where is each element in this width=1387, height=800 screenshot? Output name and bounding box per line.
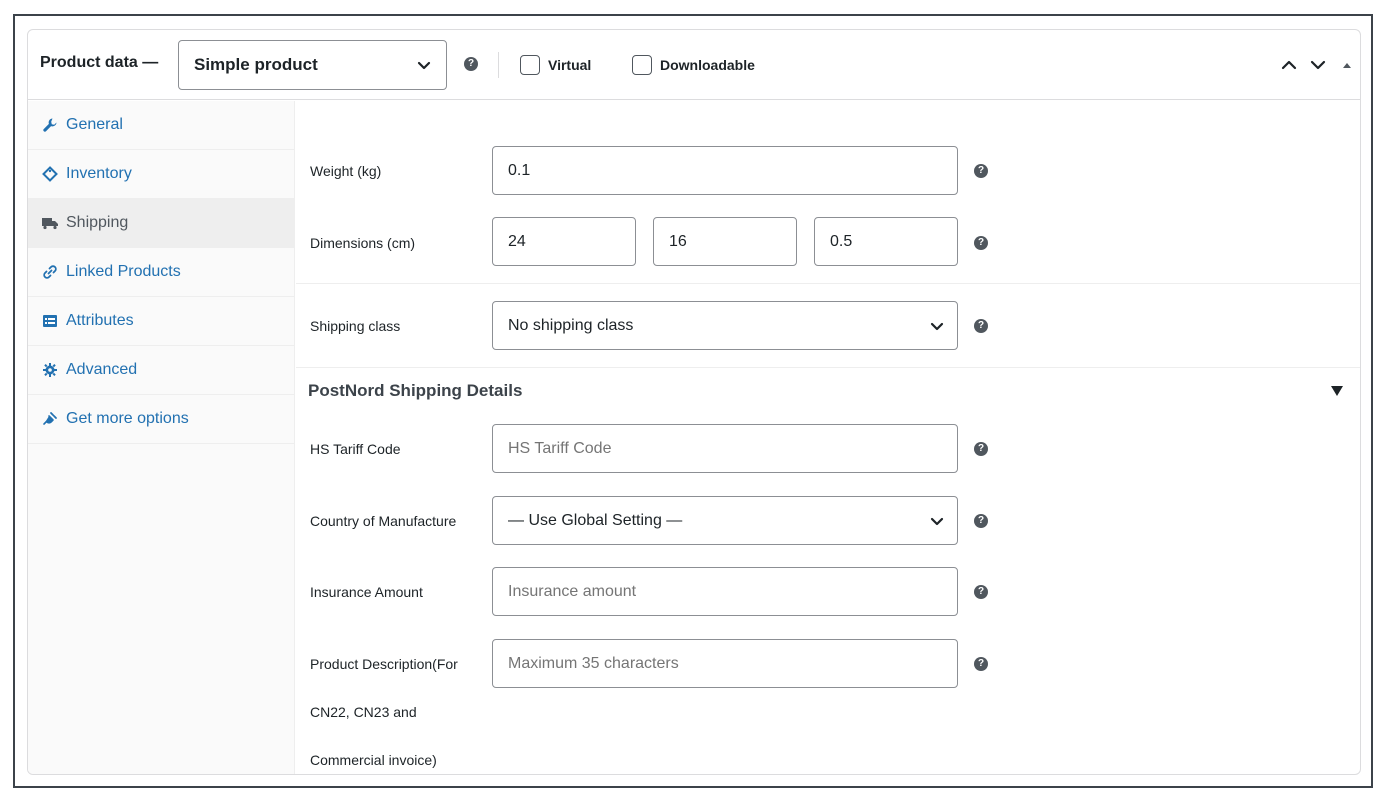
tab-shipping[interactable]: Shipping <box>28 199 295 248</box>
chevron-down-icon <box>416 57 432 78</box>
insurance-input[interactable] <box>492 567 958 616</box>
description-label-line-2: CN22, CN23 and <box>310 704 417 720</box>
window-frame: Product data — Simple product ? Virtual … <box>13 14 1373 788</box>
hs-tariff-field[interactable] <box>508 439 957 458</box>
shipping-options-panel: Weight (kg) 0.1 ? Dimensions (cm) 24 16 … <box>296 101 1360 774</box>
chevron-down-icon <box>929 513 945 534</box>
link-icon <box>41 264 59 280</box>
length-input[interactable]: 24 <box>492 217 636 266</box>
panel-title: Product data — <box>40 54 159 71</box>
tab-inventory[interactable]: Inventory <box>28 150 295 199</box>
tab-label: Inventory <box>66 165 132 182</box>
country-value: — Use Global Setting — <box>508 511 683 529</box>
section-divider <box>296 367 1360 368</box>
shipping-class-label: Shipping class <box>310 318 401 334</box>
width-value: 16 <box>669 232 687 250</box>
tab-get-more-options[interactable]: Get more options <box>28 395 295 444</box>
header-separator <box>498 52 499 78</box>
section-toggle-triangle-icon[interactable] <box>1330 384 1344 402</box>
help-icon[interactable]: ? <box>974 236 988 250</box>
virtual-checkbox[interactable] <box>520 55 540 75</box>
tab-label: Advanced <box>66 361 138 378</box>
product-type-select[interactable]: Simple product <box>178 40 447 90</box>
help-icon[interactable]: ? <box>974 164 988 178</box>
product-data-header: Product data — Simple product ? Virtual … <box>28 30 1360 100</box>
country-label: Country of Manufacture <box>310 513 457 529</box>
list-icon <box>41 313 59 329</box>
collapse-triangle-icon[interactable] <box>1340 56 1354 79</box>
truck-icon <box>41 215 59 231</box>
description-label-line-3: Commercial invoice) <box>310 752 437 768</box>
height-input[interactable]: 0.5 <box>814 217 958 266</box>
help-icon[interactable]: ? <box>974 319 988 333</box>
weight-input[interactable]: 0.1 <box>492 146 958 195</box>
description-input[interactable] <box>492 639 958 688</box>
product-data-tabs: General Inventory Shipping Linked Produc… <box>28 101 295 774</box>
arrow-down-icon[interactable] <box>1309 56 1327 79</box>
downloadable-label[interactable]: Downloadable <box>660 57 755 73</box>
country-select[interactable]: — Use Global Setting — <box>492 496 958 545</box>
product-data-panel: Product data — Simple product ? Virtual … <box>27 29 1361 775</box>
description-label-line-1: Product Description(For <box>310 656 458 672</box>
tab-linked-products[interactable]: Linked Products <box>28 248 295 297</box>
tab-label: Shipping <box>66 214 129 231</box>
description-field[interactable] <box>508 654 957 673</box>
insurance-field[interactable] <box>508 582 957 601</box>
product-type-value: Simple product <box>194 55 318 74</box>
shipping-class-select[interactable]: No shipping class <box>492 301 958 350</box>
postnord-section-title: PostNord Shipping Details <box>308 381 523 400</box>
tag-icon <box>41 166 59 182</box>
tab-advanced[interactable]: Advanced <box>28 346 295 395</box>
height-value: 0.5 <box>830 232 853 250</box>
arrow-up-icon[interactable] <box>1280 56 1298 79</box>
tab-label: Attributes <box>66 312 134 329</box>
weight-value: 0.1 <box>508 161 531 179</box>
length-value: 24 <box>508 232 526 250</box>
section-divider <box>296 283 1360 284</box>
hs-tariff-input[interactable] <box>492 424 958 473</box>
insurance-label: Insurance Amount <box>310 584 423 600</box>
help-icon[interactable]: ? <box>974 585 988 599</box>
hs-tariff-label: HS Tariff Code <box>310 441 401 457</box>
wrench-icon <box>41 117 59 133</box>
plug-icon <box>41 411 59 427</box>
help-icon[interactable]: ? <box>464 57 478 71</box>
help-icon[interactable]: ? <box>974 442 988 456</box>
shipping-class-value: No shipping class <box>508 316 634 334</box>
dimensions-label: Dimensions (cm) <box>310 235 416 251</box>
downloadable-checkbox[interactable] <box>632 55 652 75</box>
help-icon[interactable]: ? <box>974 514 988 528</box>
tab-label: General <box>66 116 123 133</box>
tab-label: Linked Products <box>66 263 181 280</box>
chevron-down-icon <box>929 318 945 339</box>
tab-general[interactable]: General <box>28 101 295 150</box>
weight-label: Weight (kg) <box>310 163 382 179</box>
width-input[interactable]: 16 <box>653 217 797 266</box>
tab-label: Get more options <box>66 410 189 427</box>
gear-icon <box>41 362 59 378</box>
tab-attributes[interactable]: Attributes <box>28 297 295 346</box>
virtual-label[interactable]: Virtual <box>548 57 591 73</box>
help-icon[interactable]: ? <box>974 657 988 671</box>
